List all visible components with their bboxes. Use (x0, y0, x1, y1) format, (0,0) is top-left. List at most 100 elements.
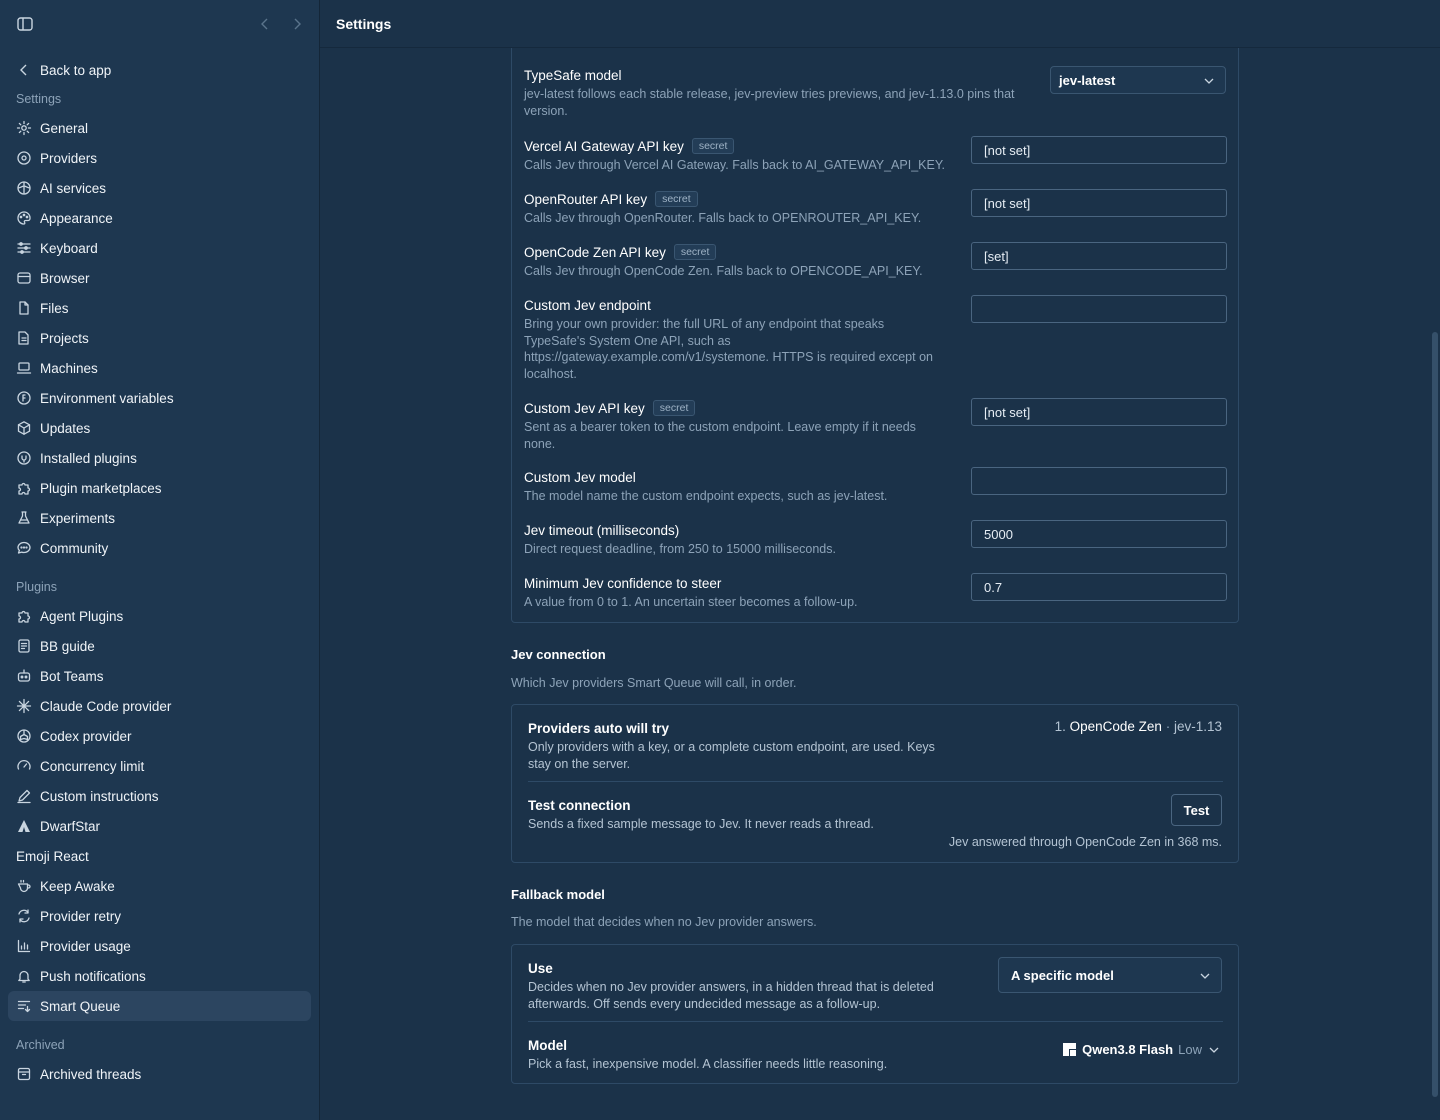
model-name: Qwen3.8 Flash (1082, 1042, 1174, 1057)
model-desc: Pick a fast, inexpensive model. A classi… (528, 1057, 888, 1071)
sidebar-item-label: Smart Queue (40, 998, 121, 1014)
sidebar-item-updates[interactable]: Updates (8, 413, 311, 443)
sidebar-item-provider-retry[interactable]: Provider retry (8, 901, 311, 931)
jev-connection-desc: Which Jev providers Smart Queue will cal… (511, 676, 797, 690)
sidebar-item-appearance[interactable]: Appearance (8, 203, 311, 233)
custom-key-input[interactable]: [not set] (971, 398, 1227, 426)
dwarfstar-icon (16, 818, 32, 834)
sidebar-item-label: Provider usage (40, 938, 131, 954)
gauge-icon (16, 758, 32, 774)
sidebar-item-plugin-marketplaces[interactable]: Plugin marketplaces (8, 473, 311, 503)
provider-order-number: 1. (1054, 719, 1066, 734)
chevron-down-icon (1203, 75, 1215, 87)
sidebar-item-projects[interactable]: Projects (8, 323, 311, 353)
queue-icon (16, 998, 32, 1014)
sidebar-item-label: Bot Teams (40, 668, 104, 684)
sidebar-item-label: Claude Code provider (40, 698, 172, 714)
back-to-app-link[interactable]: Back to app (8, 55, 311, 85)
provider-model: jev-1.13 (1173, 719, 1222, 734)
gear-icon (16, 120, 32, 136)
sidebar-item-keep-awake[interactable]: Keep Awake (8, 871, 311, 901)
provider-name: OpenCode Zen (1069, 719, 1162, 734)
providers-icon (16, 150, 32, 166)
sidebar-item-experiments[interactable]: Experiments (8, 503, 311, 533)
timeout-input[interactable]: 5000 (971, 520, 1227, 548)
sidebar-item-dwarfstar[interactable]: DwarfStar (8, 811, 311, 841)
sidebar-item-provider-usage[interactable]: Provider usage (8, 931, 311, 961)
provider-separator: · (1165, 719, 1171, 734)
sidebar-item-bb-guide[interactable]: BB guide (8, 631, 311, 661)
custom-endpoint-input[interactable] (971, 295, 1227, 323)
sidebar-item-custom-instructions[interactable]: Custom instructions (8, 781, 311, 811)
sidebar-item-codex-provider[interactable]: Codex provider (8, 721, 311, 751)
sidebar-item-label: Agent Plugins (40, 608, 124, 624)
bot-icon (16, 668, 32, 684)
sidebar-item-bot-teams[interactable]: Bot Teams (8, 661, 311, 691)
custom-model-input[interactable] (971, 467, 1227, 495)
sidebar-item-browser[interactable]: Browser (8, 263, 311, 293)
vercel-key-input[interactable]: [not set] (971, 136, 1227, 164)
model-effort: Low (1178, 1042, 1202, 1057)
page-header: Settings (320, 0, 1440, 48)
sidebar-item-label: Environment variables (40, 390, 174, 406)
secret-badge: secret (673, 244, 717, 260)
sidebar-item-emoji-react[interactable]: Emoji React (8, 841, 311, 871)
sidebar-item-files[interactable]: Files (8, 293, 311, 323)
fallback-title: Fallback model (511, 887, 605, 902)
env-icon (16, 390, 32, 406)
provider-order: 1. OpenCode Zen · jev-1.13 (1055, 719, 1222, 734)
page-title: Settings (336, 16, 392, 32)
use-select[interactable]: A specific model (998, 957, 1222, 993)
chevron-left-icon (16, 62, 32, 78)
guide-icon (16, 638, 32, 654)
vercel-key-label: Vercel AI Gateway API key (524, 138, 684, 154)
sidebar-item-label: Provider retry (40, 908, 122, 924)
archived-section-heading: Archived (16, 1038, 65, 1052)
sidebar-item-general[interactable]: General (8, 113, 311, 143)
opencode-key-input[interactable]: [set] (971, 242, 1227, 270)
sidebar-item-label: Emoji React (16, 848, 89, 864)
sidebar-item-providers[interactable]: Providers (8, 143, 311, 173)
bell-icon (16, 968, 32, 984)
chevron-left-icon[interactable] (257, 16, 273, 32)
sidebar-item-archived-threads[interactable]: Archived threads (8, 1059, 311, 1089)
model-picker[interactable]: Qwen3.8 Flash Low (1063, 1042, 1220, 1057)
typesafe-model-select[interactable]: jev-latest (1050, 66, 1226, 94)
sidebar-item-machines[interactable]: Machines (8, 353, 311, 383)
scrollbar-thumb[interactable] (1432, 332, 1438, 1097)
settings-section-heading: Settings (16, 92, 62, 106)
sidebar-item-label: Files (40, 300, 69, 316)
chevron-down-icon (1208, 1044, 1220, 1056)
use-desc: Decides when no Jev provider answers, in… (528, 980, 934, 1011)
sidebar-item-smart-queue[interactable]: Smart Queue (8, 991, 311, 1021)
sidebar-item-agent-plugins[interactable]: Agent Plugins (8, 601, 311, 631)
sidebar-item-community[interactable]: Community (8, 533, 311, 563)
laptop-icon (16, 360, 32, 376)
package-icon (16, 420, 32, 436)
test-connection-row: Test connection Sends a fixed sample mes… (528, 796, 1228, 833)
sidebar-item-label: Push notifications (40, 968, 146, 984)
sidebar-item-claude-code-provider[interactable]: Claude Code provider (8, 691, 311, 721)
sidebar-item-environment-variables[interactable]: Environment variables (8, 383, 311, 413)
sidebar-item-push-notifications[interactable]: Push notifications (8, 961, 311, 991)
sidebar-item-label: Updates (40, 420, 91, 436)
chevron-right-icon[interactable] (289, 16, 305, 32)
chevron-down-icon (1199, 970, 1211, 982)
providers-desc: Only providers with a key, or a complete… (528, 740, 935, 771)
sliders-icon (16, 240, 32, 256)
test-button[interactable]: Test (1171, 794, 1222, 826)
sidebar-item-label: Concurrency limit (40, 758, 145, 774)
confidence-input[interactable]: 0.7 (971, 573, 1227, 601)
secret-badge: secret (652, 400, 696, 416)
sidebar-toggle-icon[interactable] (16, 15, 34, 33)
sidebar-item-label: Community (40, 540, 109, 556)
sidebar-item-ai-services[interactable]: AI services (8, 173, 311, 203)
file-icon (16, 300, 32, 316)
sidebar-item-label: Browser (40, 270, 90, 286)
sidebar-item-label: AI services (40, 180, 107, 196)
sidebar-item-keyboard[interactable]: Keyboard (8, 233, 311, 263)
fallback-card: Use Decides when no Jev provider answers… (511, 944, 1239, 1084)
sidebar-item-concurrency-limit[interactable]: Concurrency limit (8, 751, 311, 781)
sidebar-item-installed-plugins[interactable]: Installed plugins (8, 443, 311, 473)
openrouter-key-input[interactable]: [not set] (971, 189, 1227, 217)
